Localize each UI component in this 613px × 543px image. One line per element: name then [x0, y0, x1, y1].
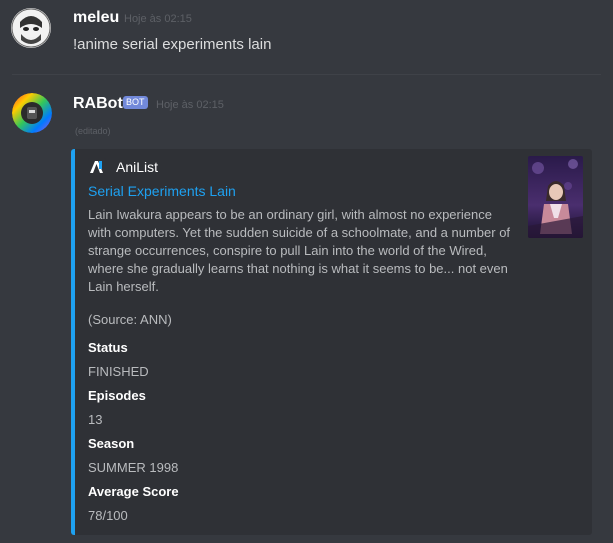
field-name-season: Season	[88, 436, 135, 451]
message-author[interactable]: RABot	[73, 95, 123, 113]
user-avatar[interactable]	[11, 8, 51, 48]
embed-author: AniList	[88, 158, 158, 176]
embed-description: Lain Iwakura appears to be an ordinary g…	[88, 207, 511, 294]
field-value-average-score: 78/100	[88, 508, 128, 523]
embed-title-link[interactable]: Serial Experiments Lain	[88, 183, 236, 199]
message-content: !anime serial experiments lain	[73, 36, 272, 53]
anilist-logo-icon	[88, 158, 106, 176]
field-name-status: Status	[88, 340, 128, 355]
field-value-episodes: 13	[88, 412, 103, 427]
field-value-season: SUMMER 1998	[88, 460, 179, 475]
anime-cover-thumbnail[interactable]	[528, 156, 583, 238]
field-name-episodes: Episodes	[88, 388, 146, 403]
field-value-status: FINISHED	[88, 364, 149, 379]
field-name-average-score: Average Score	[88, 484, 179, 499]
message-divider	[12, 74, 601, 75]
embed-author-name[interactable]: AniList	[116, 159, 158, 175]
edited-label: (editado)	[75, 126, 111, 136]
message-author[interactable]: meleu	[73, 9, 119, 27]
message-timestamp: Hoje às 02:15	[124, 13, 192, 25]
anilist-embed: AniList Serial Experiments Lain Lain Iwa…	[71, 149, 592, 535]
bot-avatar[interactable]	[12, 93, 52, 133]
bot-tag: BOT	[123, 96, 148, 109]
embed-source: (Source: ANN)	[88, 312, 172, 327]
message-timestamp: Hoje às 02:15	[156, 99, 224, 111]
